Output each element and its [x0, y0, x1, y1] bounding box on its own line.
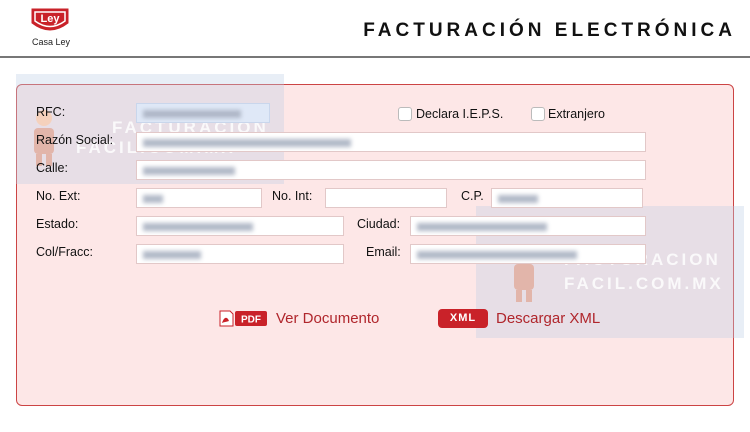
header-bar: Ley Casa Ley FACTURACIÓN ELECTRÓNICA [0, 0, 750, 58]
cp-input[interactable] [491, 188, 643, 208]
razon-social-input[interactable] [136, 132, 646, 152]
ley-logo-mark-icon: Ley [31, 8, 69, 31]
rfc-label: RFC: [36, 105, 66, 119]
svg-text:PDF: PDF [241, 314, 261, 325]
casa-ley-logo[interactable]: Ley Casa Ley [26, 7, 76, 51]
extranjero-checkbox[interactable] [531, 107, 545, 121]
razon-social-label: Razón Social: [36, 133, 114, 147]
declara-ieps-checkbox[interactable] [398, 107, 412, 121]
estado-input[interactable] [136, 216, 344, 236]
col-fracc-input[interactable] [136, 244, 344, 264]
email-label: Email: [366, 245, 401, 259]
ciudad-input[interactable] [410, 216, 646, 236]
descargar-xml-button[interactable]: XML Descargar XML [438, 308, 600, 328]
descargar-xml-label: Descargar XML [496, 309, 601, 327]
estado-label: Estado: [36, 217, 79, 231]
col-fracc-label: Col/Fracc: [36, 245, 93, 259]
extranjero-label: Extranjero [548, 107, 605, 121]
page-title: FACTURACIÓN ELECTRÓNICA [363, 20, 736, 41]
declara-ieps-label: Declara I.E.P.S. [416, 107, 504, 121]
no-int-input[interactable] [325, 188, 447, 208]
email-input[interactable] [410, 244, 646, 264]
logo-caption: Casa Ley [31, 37, 71, 47]
ciudad-label: Ciudad: [357, 217, 401, 231]
cp-label: C.P. [461, 189, 484, 203]
calle-input[interactable] [136, 160, 646, 180]
no-int-label: No. Int: [272, 189, 313, 203]
calle-label: Calle: [36, 161, 68, 175]
rfc-input[interactable] [136, 103, 270, 123]
no-ext-label: No. Ext: [36, 189, 81, 203]
watermark-text-line2: FACIL.COM.MX [564, 274, 724, 293]
no-ext-input[interactable] [136, 188, 262, 208]
pdf-file-icon: PDF [219, 310, 267, 326]
ver-documento-button[interactable]: PDF Ver Documento [218, 308, 379, 328]
svg-text:Ley: Ley [41, 13, 61, 25]
xml-file-icon: XML [438, 308, 488, 328]
ver-documento-label: Ver Documento [276, 309, 380, 327]
